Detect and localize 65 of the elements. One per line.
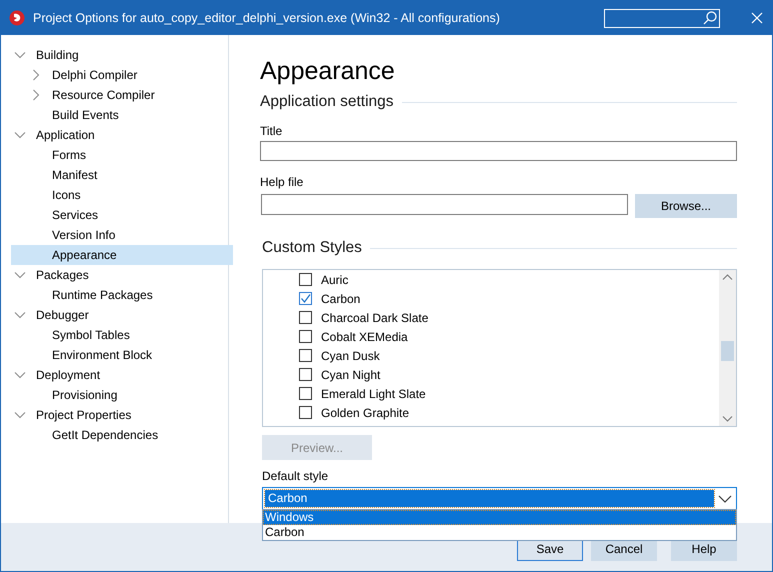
tree-item[interactable]: GetIt Dependencies xyxy=(11,425,233,445)
tree-item[interactable]: Project Properties xyxy=(11,405,217,425)
chevron-down-icon[interactable] xyxy=(14,129,26,141)
search-field[interactable] xyxy=(604,8,720,28)
dropdown-option[interactable]: Windows xyxy=(263,510,736,525)
style-name: Auric xyxy=(321,272,348,286)
chevron-down-icon[interactable] xyxy=(14,409,26,421)
chevron-right-icon[interactable] xyxy=(30,69,42,81)
chevron-down-icon[interactable] xyxy=(14,49,26,61)
tree-item[interactable]: Deployment xyxy=(11,365,217,385)
field-label: Title xyxy=(260,123,284,139)
page-title: Appearance xyxy=(260,56,396,87)
checkbox[interactable] xyxy=(299,292,312,305)
checkbox[interactable] xyxy=(299,387,312,400)
scrollbar-thumb[interactable] xyxy=(721,341,734,361)
checkbox[interactable] xyxy=(299,406,312,419)
tree-item[interactable]: Manifest xyxy=(11,165,233,185)
tree-item[interactable]: Delphi Compiler xyxy=(11,65,233,85)
field-label: Help file xyxy=(260,174,304,190)
checkbox[interactable] xyxy=(299,273,312,286)
checkbox[interactable] xyxy=(299,311,312,324)
checkmark-icon xyxy=(300,293,311,304)
chevron-right-icon[interactable] xyxy=(30,89,42,101)
style-name: Carbon xyxy=(321,292,360,306)
style-name: Cobalt XEMedia xyxy=(321,330,408,344)
tree-item[interactable]: Appearance xyxy=(11,245,233,265)
help-file-field[interactable] xyxy=(261,194,628,215)
style-name: Emerald Light Slate xyxy=(321,386,426,400)
chevron-down-icon[interactable] xyxy=(14,309,26,321)
checkbox[interactable] xyxy=(299,330,312,343)
style-name: Cyan Dusk xyxy=(321,348,380,362)
tree-item[interactable]: Services xyxy=(11,205,233,225)
style-name: Cyan Night xyxy=(321,368,380,382)
section-heading: Application settings xyxy=(260,93,394,111)
tree-item[interactable]: Resource Compiler xyxy=(11,85,233,105)
chevron-down-icon[interactable] xyxy=(14,269,26,281)
tree-item[interactable]: Runtime Packages xyxy=(11,285,233,305)
style-name: Charcoal Dark Slate xyxy=(321,310,428,324)
tree-item[interactable]: Symbol Tables xyxy=(11,325,233,345)
checkbox[interactable] xyxy=(299,368,312,381)
window-title: Project Options for auto_copy_editor_delphi_version.exe (Win32 - All configurations) xyxy=(33,11,501,25)
browse-button[interactable]: Browse... xyxy=(635,194,737,218)
app-logo-icon xyxy=(9,10,25,26)
field-label: Default style xyxy=(262,468,330,484)
scrollbar[interactable] xyxy=(719,270,736,426)
tree-item[interactable]: Application xyxy=(11,125,217,145)
tree-item[interactable]: Debugger xyxy=(11,305,217,325)
tree-item[interactable]: Environment Block xyxy=(11,345,233,365)
tree-item[interactable]: Building xyxy=(11,45,217,65)
tree-item[interactable]: Provisioning xyxy=(11,385,233,405)
search-icon xyxy=(703,11,717,25)
tree-item[interactable]: Build Events xyxy=(11,105,233,125)
title-field[interactable] xyxy=(260,141,737,161)
dropdown-option[interactable]: Carbon xyxy=(263,525,736,540)
tree-item[interactable]: Icons xyxy=(11,185,233,205)
style-name: Golden Graphite xyxy=(321,406,410,420)
scroll-down-icon[interactable] xyxy=(722,413,733,424)
tree-item[interactable]: Packages xyxy=(11,265,217,285)
section-heading: Custom Styles xyxy=(262,239,362,257)
styles-list[interactable]: Auric Carbon Charcoal Dark Slate Cobalt XEMedia Cyan Dusk Cyan Night Emerald Light Slate Golden Graphite xyxy=(262,269,737,427)
chevron-down-icon[interactable] xyxy=(14,369,26,381)
checkbox[interactable] xyxy=(299,349,312,362)
tree-item[interactable]: Forms xyxy=(11,145,233,165)
close-icon xyxy=(751,12,763,24)
tree-item[interactable]: Version Info xyxy=(11,225,233,245)
